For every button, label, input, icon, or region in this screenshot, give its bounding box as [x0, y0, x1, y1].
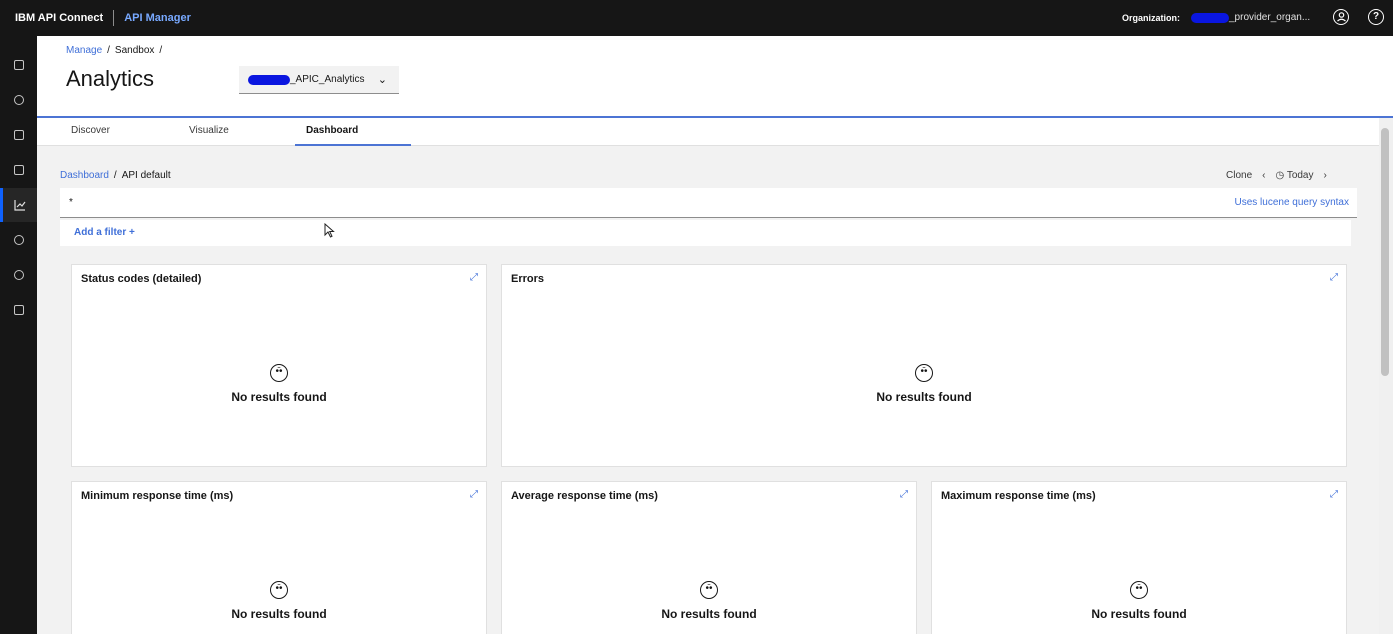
- panel-errors: Errors ⤢ •̄• No results found: [501, 264, 1347, 467]
- next-time-icon[interactable]: ›: [1324, 170, 1327, 181]
- organization-label: Organization:: [1122, 13, 1180, 23]
- dashboard-toolbar: Clone ‹ ◷ Today ›: [1226, 170, 1327, 181]
- neutral-face-icon: •̄•: [700, 581, 718, 599]
- breadcrumb-separator: /: [113, 170, 117, 181]
- neutral-face-icon: •̄•: [270, 581, 288, 599]
- analytics-chart-icon: [14, 200, 26, 211]
- query-value: *: [69, 197, 73, 208]
- organization-selector[interactable]: _provider_organ...: [1229, 12, 1310, 23]
- neutral-face-icon: •̄•: [270, 364, 288, 382]
- breadcrumb-current-dashboard: API default: [121, 170, 171, 181]
- lucene-syntax-link[interactable]: Uses lucene query syntax: [1234, 197, 1349, 208]
- tab-discover[interactable]: Discover: [71, 118, 187, 146]
- breadcrumb-separator: /: [107, 45, 110, 56]
- panel-title: Status codes (detailed): [81, 273, 202, 285]
- add-filter-button[interactable]: Add a filter +: [74, 227, 135, 238]
- expand-icon[interactable]: ⤢: [1330, 489, 1338, 500]
- help-icon[interactable]: ?: [1368, 9, 1384, 25]
- brand-divider: [113, 10, 115, 26]
- gear-icon: [13, 270, 24, 280]
- products-icon: [13, 130, 24, 140]
- expand-icon[interactable]: ⤢: [900, 489, 908, 500]
- nav-members-icon[interactable]: [0, 223, 37, 257]
- breadcrumb-dashboard-link[interactable]: Dashboard: [60, 170, 109, 181]
- side-navigation: [0, 36, 37, 634]
- dashboard-breadcrumb: Dashboard / API default: [60, 170, 171, 181]
- nav-home-icon[interactable]: [0, 48, 37, 82]
- empty-state: •̄• No results found: [502, 361, 1346, 404]
- page-header: Manage / Sandbox / Analytics _APIC_Analytic…: [37, 36, 1393, 118]
- service-name-redaction: [248, 74, 290, 85]
- empty-state-text: No results found: [1091, 607, 1187, 621]
- panel-status-codes: Status codes (detailed) ⤢ •̄• No results…: [71, 264, 487, 467]
- vertical-scrollbar[interactable]: [1379, 118, 1393, 634]
- analytics-tabs: Discover Visualize Dashboard: [37, 118, 1379, 146]
- filter-bar: Add a filter +: [60, 220, 1351, 246]
- clone-button[interactable]: Clone: [1226, 170, 1252, 181]
- panel-title: Minimum response time (ms): [81, 490, 234, 502]
- brand-name[interactable]: IBM API Connect: [15, 12, 103, 24]
- plus-icon: +: [129, 227, 135, 238]
- members-icon: [13, 235, 24, 245]
- panel-title: Maximum response time (ms): [941, 490, 1096, 502]
- tab-dashboard[interactable]: Dashboard: [295, 118, 411, 146]
- nav-community-icon[interactable]: [0, 293, 37, 327]
- add-filter-label: Add a filter: [74, 227, 127, 238]
- breadcrumb-manage[interactable]: Manage: [66, 45, 102, 56]
- empty-state: •̄• No results found: [72, 361, 486, 404]
- clock-icon: ◷: [1275, 170, 1287, 181]
- user-profile-icon[interactable]: [1333, 9, 1349, 25]
- time-picker[interactable]: ◷ Today: [1275, 170, 1313, 181]
- dataset-selected-value: _APIC_Analytics: [290, 74, 365, 85]
- previous-time-icon[interactable]: ‹: [1262, 170, 1265, 181]
- nav-tasks-icon[interactable]: [0, 153, 37, 187]
- analytics-service-dropdown[interactable]: _APIC_Analytics ⌄: [239, 66, 399, 94]
- mouse-cursor-icon: [324, 223, 335, 238]
- neutral-face-icon: •̄•: [1130, 581, 1148, 599]
- panel-title: Average response time (ms): [511, 490, 658, 502]
- empty-state-text: No results found: [231, 607, 327, 621]
- query-input[interactable]: * Uses lucene query syntax: [60, 188, 1357, 218]
- breadcrumb: Manage / Sandbox /: [66, 45, 167, 56]
- empty-state-text: No results found: [876, 390, 972, 404]
- expand-icon[interactable]: ⤢: [470, 489, 478, 500]
- empty-state: •̄• No results found: [932, 578, 1346, 621]
- chevron-down-icon: ⌄: [377, 74, 387, 86]
- tasks-icon: [13, 165, 24, 175]
- users-icon: [13, 95, 24, 105]
- expand-icon[interactable]: ⤢: [1330, 272, 1338, 283]
- nav-analytics-icon[interactable]: [0, 188, 37, 222]
- panel-average-response-time: Average response time (ms) ⤢ •̄• No resu…: [501, 481, 917, 634]
- panel-minimum-response-time: Minimum response time (ms) ⤢ •̄• No resu…: [71, 481, 487, 634]
- home-icon: [13, 60, 24, 70]
- panel-maximum-response-time: Maximum response time (ms) ⤢ •̄• No resu…: [931, 481, 1347, 634]
- expand-icon[interactable]: ⤢: [470, 272, 478, 283]
- scrollbar-thumb[interactable]: [1381, 128, 1389, 376]
- user-icon-glyph: [1336, 12, 1346, 22]
- empty-state-text: No results found: [231, 390, 327, 404]
- organization-redaction: [1191, 13, 1229, 23]
- breadcrumb-separator: /: [159, 45, 163, 56]
- nav-settings-icon[interactable]: [0, 258, 37, 292]
- product-name[interactable]: API Manager: [124, 12, 191, 24]
- tab-visualize[interactable]: Visualize: [189, 118, 305, 146]
- breadcrumb-sandbox[interactable]: Sandbox: [115, 45, 154, 56]
- empty-state: •̄• No results found: [72, 578, 486, 621]
- page-title: Analytics: [66, 66, 155, 91]
- empty-state-text: No results found: [661, 607, 757, 621]
- neutral-face-icon: •̄•: [915, 364, 933, 382]
- time-range-label: Today: [1286, 170, 1314, 181]
- panel-title: Errors: [511, 273, 545, 285]
- community-icon: [13, 305, 24, 315]
- top-navigation-bar: IBM API Connect API Manager Organization…: [0, 0, 1393, 36]
- nav-users-icon[interactable]: [0, 83, 37, 117]
- empty-state: •̄• No results found: [502, 578, 916, 621]
- nav-products-icon[interactable]: [0, 118, 37, 152]
